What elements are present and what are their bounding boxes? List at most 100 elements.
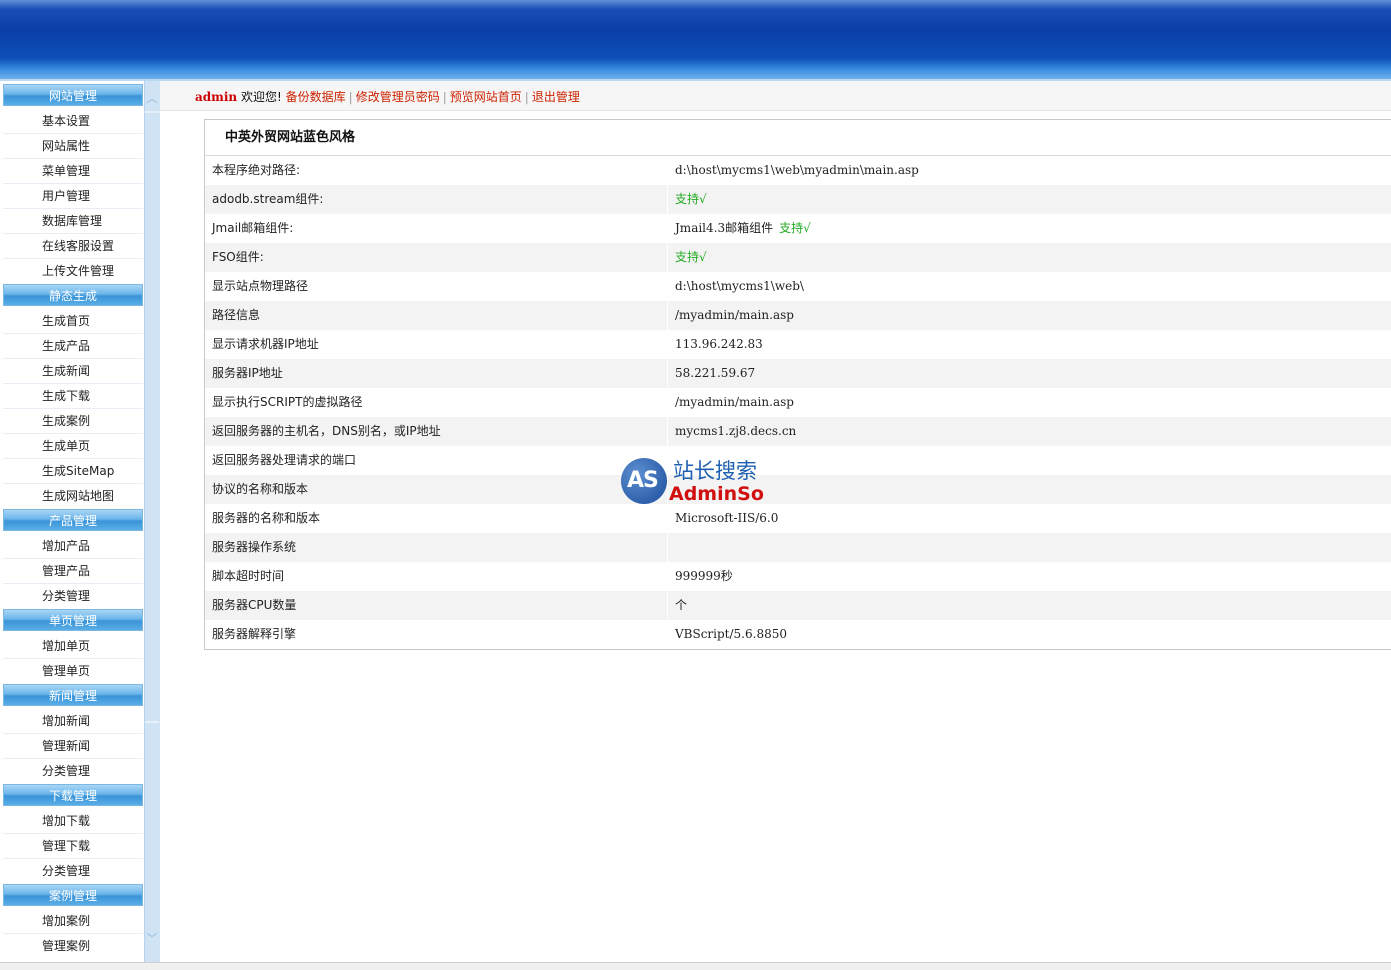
row-value: /myadmin/main.asp bbox=[675, 388, 794, 417]
cell-divider bbox=[667, 301, 668, 330]
row-value: mycms1.zj8.decs.cn bbox=[675, 417, 796, 446]
sidebar: 网站管理基本设置 网站属性 菜单管理 用户管理 数据库管理 在线客服设置 上传文件管理 静态生… bbox=[0, 81, 160, 962]
sidebar-menu-item[interactable]: 分类管理 bbox=[3, 859, 143, 884]
row-value-text: 58.221.59.67 bbox=[675, 366, 756, 380]
sidebar-menu-item[interactable]: 管理下载 bbox=[3, 834, 143, 859]
row-label: 显示请求机器IP地址 bbox=[212, 337, 319, 351]
sidebar-menu-item[interactable]: 生成下载 bbox=[3, 384, 143, 409]
sidebar-menu-item[interactable]: 分类管理 bbox=[3, 759, 143, 784]
table-row: 脚本超时时间 999999秒 bbox=[205, 562, 1391, 591]
menu-group-header[interactable]: 单页管理 bbox=[3, 609, 143, 631]
sidebar-scrollbar[interactable] bbox=[144, 81, 160, 962]
sidebar-menu-item[interactable]: 分类管理 bbox=[3, 584, 143, 609]
cell-divider bbox=[667, 214, 668, 243]
row-value-text: /myadmin/main.asp bbox=[675, 395, 794, 409]
sidebar-menu-item[interactable]: 用户管理 bbox=[3, 184, 143, 209]
sidebar-menu-item[interactable]: 管理案例 bbox=[3, 934, 143, 959]
sidebar-menu-item[interactable]: 管理新闻 bbox=[3, 734, 143, 759]
row-value-text: 113.96.242.83 bbox=[675, 337, 763, 351]
sidebar-menu-item[interactable]: 数据库管理 bbox=[3, 209, 143, 234]
server-info-table: 本程序绝对路径: d:\host\mycms1\web\myadmin\main.… bbox=[205, 156, 1391, 649]
sidebar-menu-item[interactable]: 增加案例 bbox=[3, 909, 143, 934]
sidebar-menu-item[interactable]: 增加下载 bbox=[3, 809, 143, 834]
sidebar-menu-item[interactable]: 生成新闻 bbox=[3, 359, 143, 384]
row-value: 58.221.59.67 bbox=[675, 359, 755, 388]
row-value-text: /myadmin/main.asp bbox=[675, 308, 794, 322]
scrollbar-cap-top bbox=[145, 111, 159, 113]
menu-group-items: 增加新闻 管理新闻 分类管理 bbox=[3, 709, 143, 784]
watermark-cn-text: 站长搜索 bbox=[673, 459, 757, 483]
table-row: 显示执行SCRIPT的虚拟路径/myadmin/main.asp bbox=[205, 388, 1391, 417]
cell-divider bbox=[667, 417, 668, 446]
table-row: Jmail邮箱组件: Jmail4.3邮箱组件 支持√ bbox=[205, 214, 1391, 243]
menu-group-header[interactable]: 产品管理 bbox=[3, 509, 143, 531]
sidebar-menu-item[interactable]: 菜单管理 bbox=[3, 159, 143, 184]
chevron-up-icon[interactable]: ︿ bbox=[145, 91, 159, 107]
support-status: 支持√ bbox=[675, 192, 707, 206]
sidebar-menu-item[interactable]: 上传文件管理 bbox=[3, 259, 143, 284]
sidebar-menu-item[interactable]: 网站属性 bbox=[3, 134, 143, 159]
menu-group-header[interactable]: 新闻管理 bbox=[3, 684, 143, 706]
menu-group-header[interactable]: 网站管理 bbox=[3, 84, 143, 106]
sidebar-menu-item[interactable]: 在线客服设置 bbox=[3, 234, 143, 259]
table-row: 服务器CPU数量 个 bbox=[205, 591, 1391, 620]
sidebar-menu-item[interactable]: 管理单页 bbox=[3, 659, 143, 684]
table-row: 路径信息/myadmin/main.asp bbox=[205, 301, 1391, 330]
backup-database-link[interactable]: 备份数据库 bbox=[286, 90, 346, 104]
cell-divider bbox=[667, 388, 668, 417]
chevron-down-icon[interactable]: ﹀ bbox=[145, 931, 159, 947]
sidebar-menu-item[interactable]: 增加产品 bbox=[3, 534, 143, 559]
row-value-text: mycms1.zj8.decs.cn bbox=[675, 424, 797, 438]
sidebar-menu-item[interactable]: 生成单页 bbox=[3, 434, 143, 459]
watermark-en-text: AdminSo bbox=[669, 483, 764, 505]
row-value-text: d:\host\mycms1\web\myadmin\main.asp bbox=[675, 163, 919, 177]
cell-divider bbox=[667, 359, 668, 388]
scrollbar-cap-bottom bbox=[145, 721, 159, 723]
sidebar-menu-item[interactable]: 增加新闻 bbox=[3, 709, 143, 734]
sidebar-menu-item[interactable]: 生成SiteMap bbox=[3, 459, 143, 484]
cell-divider bbox=[667, 243, 668, 272]
row-label: 服务器IP地址 bbox=[212, 366, 283, 380]
row-value-text: d:\host\mycms1\web\ bbox=[675, 279, 804, 293]
header-banner bbox=[0, 0, 1391, 79]
row-label: 服务器CPU数量 bbox=[212, 598, 297, 612]
cell-divider bbox=[667, 533, 668, 562]
table-row: 返回服务器处理请求的端口 bbox=[205, 446, 1391, 475]
welcome-text: 欢迎您! bbox=[240, 90, 282, 104]
menu-group-header[interactable]: 下载管理 bbox=[3, 784, 143, 806]
sidebar-menu-item[interactable]: 生成首页 bbox=[3, 309, 143, 334]
watermark-logo: AS 站长搜索 AdminSo bbox=[621, 455, 771, 510]
row-value: 支持√ bbox=[675, 243, 707, 272]
sidebar-menu-item[interactable]: 生成网站地图 bbox=[3, 484, 143, 509]
change-password-link[interactable]: 修改管理员密码 bbox=[356, 90, 440, 104]
preview-homepage-link[interactable]: 预览网站首页 bbox=[450, 90, 522, 104]
logout-link[interactable]: 退出管理 bbox=[532, 90, 580, 104]
row-label: 返回服务器的主机名，DNS别名，或IP地址 bbox=[212, 424, 441, 438]
sidebar-menu-item[interactable]: 管理产品 bbox=[3, 559, 143, 584]
sidebar-menu-item[interactable]: 基本设置 bbox=[3, 109, 143, 134]
sidebar-menu-item[interactable]: 生成案例 bbox=[3, 409, 143, 434]
row-value-text: 999999秒 bbox=[675, 569, 733, 583]
row-label: 显示执行SCRIPT的虚拟路径 bbox=[212, 395, 363, 409]
table-row: 协议的名称和版本 bbox=[205, 475, 1391, 504]
sidebar-menu-item[interactable]: 增加单页 bbox=[3, 634, 143, 659]
sidebar-menu-item[interactable]: 生成产品 bbox=[3, 334, 143, 359]
menu-group-items: 增加产品 管理产品 分类管理 bbox=[3, 534, 143, 609]
row-label: 服务器解释引擎 bbox=[212, 627, 297, 641]
menu-group-items: 增加下载 管理下载 分类管理 bbox=[3, 809, 143, 884]
support-status: 支持√ bbox=[779, 221, 811, 235]
row-label: 脚本超时时间 bbox=[212, 569, 285, 583]
table-row: 显示请求机器IP地址 113.96.242.83 bbox=[205, 330, 1391, 359]
row-value: 支持√ bbox=[675, 185, 707, 214]
link-separator: | bbox=[524, 90, 529, 104]
table-row: 本程序绝对路径: d:\host\mycms1\web\myadmin\main.… bbox=[205, 156, 1391, 185]
menu-group-header[interactable]: 案例管理 bbox=[3, 884, 143, 906]
table-row: adodb.stream组件: 支持√ bbox=[205, 185, 1391, 214]
row-value: d:\host\mycms1\web\myadmin\main.asp bbox=[675, 156, 919, 185]
row-value: /myadmin/main.asp bbox=[675, 301, 794, 330]
row-label: 本程序绝对路径: bbox=[212, 163, 301, 177]
row-label: 协议的名称和版本 bbox=[212, 482, 309, 496]
row-value-text: Jmail4.3邮箱组件 bbox=[675, 221, 774, 235]
menu-group-items: 增加单页 管理单页 bbox=[3, 634, 143, 684]
menu-group-header[interactable]: 静态生成 bbox=[3, 284, 143, 306]
